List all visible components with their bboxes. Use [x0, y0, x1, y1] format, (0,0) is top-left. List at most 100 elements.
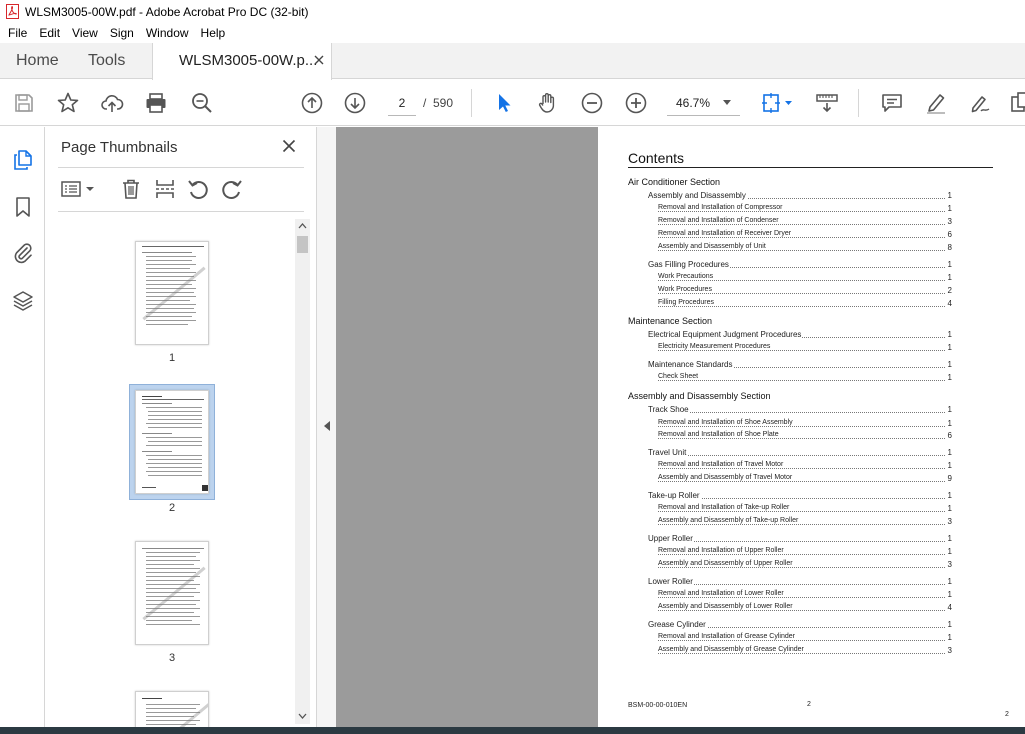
- toc-entry[interactable]: Removal and Installation of Shoe Plate 6: [598, 431, 1025, 442]
- bookmarks-icon[interactable]: [11, 195, 35, 219]
- scroll-up-arrow-icon[interactable]: [298, 223, 307, 229]
- toc-entry[interactable]: Check Sheet 1: [598, 373, 1025, 384]
- toc-entry[interactable]: Assembly and Disassembly of Take-up Roll…: [598, 517, 1025, 528]
- toc-entry[interactable]: Lower Roller 1: [598, 577, 1025, 588]
- toc-entry-title: Work Precautions: [658, 273, 715, 280]
- tab-tools[interactable]: Tools: [88, 43, 125, 79]
- page-thumbnail-3[interactable]: [135, 541, 209, 645]
- attachments-paperclip-icon[interactable]: [11, 241, 35, 265]
- zoom-search-icon[interactable]: [190, 91, 214, 115]
- toc-entry[interactable]: Removal and Installation of Condenser 3: [598, 217, 1025, 228]
- zoom-dropdown[interactable]: 46.7%: [667, 90, 740, 116]
- toc-entry[interactable]: Maintenance Section: [598, 316, 1025, 327]
- select-cursor-icon[interactable]: [492, 91, 516, 115]
- thumbnail-options-icon[interactable]: [60, 177, 96, 201]
- print-icon[interactable]: [144, 91, 168, 115]
- cloud-upload-icon[interactable]: [100, 91, 124, 115]
- toc-leader-dots: [658, 280, 945, 281]
- toc-entry-title: Take-up Roller: [648, 491, 701, 500]
- toc-entry[interactable]: Removal and Installation of Compressor 1: [598, 204, 1025, 215]
- rotate-clockwise-icon[interactable]: [220, 177, 244, 201]
- toc-leader-dots: [658, 224, 945, 225]
- toc-entry[interactable]: Removal and Installation of Upper Roller…: [598, 547, 1025, 558]
- zoom-out-icon[interactable]: [580, 91, 604, 115]
- toc-entry[interactable]: Track Shoe 1: [598, 405, 1025, 416]
- scroll-down-arrow-icon[interactable]: [298, 713, 307, 719]
- toc-entry[interactable]: Assembly and Disassembly of Upper Roller…: [598, 560, 1025, 571]
- more-tools-icon[interactable]: [1010, 91, 1025, 115]
- menu-help[interactable]: Help: [195, 26, 232, 40]
- toc-entry[interactable]: Removal and Installation of Grease Cylin…: [598, 633, 1025, 644]
- scroll-mode-icon[interactable]: [815, 91, 839, 115]
- page-thumbnails-icon[interactable]: [11, 148, 35, 172]
- toc-entry[interactable]: Work Procedures 2: [598, 286, 1025, 297]
- title-bar: WLSM3005-00W.pdf - Adobe Acrobat Pro DC …: [0, 0, 1025, 23]
- menu-view[interactable]: View: [66, 26, 104, 40]
- toc-entry[interactable]: Removal and Installation of Shoe Assembl…: [598, 419, 1025, 430]
- rotate-counterclockwise-icon[interactable]: [186, 177, 210, 201]
- toc-leader-dots: [658, 554, 945, 555]
- toc-entry[interactable]: Assembly and Disassembly of Lower Roller…: [598, 603, 1025, 614]
- menu-window[interactable]: Window: [140, 26, 195, 40]
- insert-page-icon[interactable]: [153, 177, 177, 201]
- toc-entry[interactable]: Removal and Installation of Travel Motor…: [598, 461, 1025, 472]
- tab-document[interactable]: WLSM3005-00W.p...: [152, 43, 332, 80]
- menu-edit[interactable]: Edit: [33, 26, 66, 40]
- delete-trash-icon[interactable]: [119, 177, 143, 201]
- toc-entry[interactable]: Electricity Measurement Procedures 1: [598, 343, 1025, 354]
- toc-entry-title: Lower Roller: [648, 577, 694, 586]
- toc-entry[interactable]: Gas Filling Procedures 1: [598, 260, 1025, 271]
- previous-page-icon[interactable]: [300, 91, 324, 115]
- toc-entry-title: Maintenance Standards: [648, 360, 734, 369]
- taskbar-strip: [0, 727, 1025, 734]
- toc-entry[interactable]: Removal and Installation of Take-up Roll…: [598, 504, 1025, 515]
- next-page-icon[interactable]: [343, 91, 367, 115]
- fit-page-icon[interactable]: [760, 91, 794, 115]
- layers-icon[interactable]: [11, 289, 35, 313]
- comment-icon[interactable]: [880, 91, 904, 115]
- toc-entry-page: 1: [947, 461, 952, 470]
- zoom-in-icon[interactable]: [624, 91, 648, 115]
- chevron-down-icon: [723, 100, 731, 105]
- toc-entry[interactable]: Travel Unit 1: [598, 448, 1025, 459]
- page-number-input[interactable]: [388, 90, 416, 116]
- scrollbar-thumb[interactable]: [297, 236, 308, 253]
- toc-entry[interactable]: Filling Procedures 4: [598, 299, 1025, 310]
- toc-leader-dots: [658, 597, 945, 598]
- toc-entry-title: Assembly and Disassembly of Unit: [658, 243, 767, 250]
- toc-entry[interactable]: Assembly and Disassembly of Travel Motor…: [598, 474, 1025, 485]
- page-thumbnail-2[interactable]: [135, 390, 209, 494]
- pdf-page[interactable]: Contents Air Conditioner Section Assembly…: [598, 127, 1025, 727]
- toc-entry[interactable]: Take-up Roller 1: [598, 491, 1025, 502]
- hand-tool-icon[interactable]: [536, 91, 560, 115]
- star-bookmark-icon[interactable]: [56, 91, 80, 115]
- highlight-pen-icon[interactable]: [924, 91, 948, 115]
- toc-entry[interactable]: Electrical Equipment Judgment Procedures…: [598, 330, 1025, 341]
- toc-entry[interactable]: Removal and Installation of Lower Roller…: [598, 590, 1025, 601]
- page-thumbnail-1[interactable]: [135, 241, 209, 345]
- toc-entry-title: Track Shoe: [648, 405, 690, 414]
- toc-entry[interactable]: Air Conditioner Section: [598, 177, 1025, 188]
- toc-entry-page: 1: [947, 260, 952, 269]
- menu-file[interactable]: File: [2, 26, 33, 40]
- menu-sign[interactable]: Sign: [104, 26, 140, 40]
- toc-entry[interactable]: Removal and Installation of Receiver Dry…: [598, 230, 1025, 241]
- toc-entry[interactable]: Assembly and Disassembly 1: [598, 191, 1025, 202]
- sign-pen-icon[interactable]: [968, 91, 992, 115]
- toc-entry[interactable]: Maintenance Standards 1: [598, 360, 1025, 371]
- thumbnails-scrollbar[interactable]: [295, 219, 310, 724]
- toc-entry[interactable]: Work Precautions 1: [598, 273, 1025, 284]
- toc-entry-title: Grease Cylinder: [648, 620, 707, 629]
- toc-entry[interactable]: Grease Cylinder 1: [598, 620, 1025, 631]
- save-icon[interactable]: [12, 91, 36, 115]
- toc-entry[interactable]: Assembly and Disassembly of Grease Cylin…: [598, 646, 1025, 657]
- close-tab-icon[interactable]: [313, 54, 325, 66]
- toc-entry[interactable]: Assembly and Disassembly of Unit 8: [598, 243, 1025, 254]
- tab-document-label: WLSM3005-00W.p...: [179, 52, 318, 69]
- collapse-panel-handle[interactable]: [316, 127, 336, 727]
- toc-entry[interactable]: Assembly and Disassembly Section: [598, 391, 1025, 402]
- toc-leader-dots: [658, 306, 945, 307]
- tab-home[interactable]: Home: [16, 43, 59, 79]
- toc-entry[interactable]: Upper Roller 1: [598, 534, 1025, 545]
- close-icon[interactable]: [282, 139, 296, 153]
